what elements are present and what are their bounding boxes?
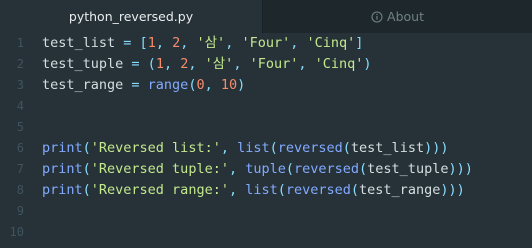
code-area[interactable]: 1 test_list = [1, 2, '삼', 'Four', 'Cinq']… <box>0 33 532 248</box>
line-number: 9 <box>16 204 24 218</box>
code-line[interactable]: 8 print('Reversed range:', list(reversed(… <box>0 180 532 201</box>
code-token: , <box>180 35 197 51</box>
code-token: ) <box>363 56 372 72</box>
code-token: 0 <box>196 77 205 93</box>
code-token: test_tuple <box>367 161 449 177</box>
line-number: 10 <box>9 225 24 239</box>
code-token: ( <box>285 161 294 177</box>
code-token: , <box>290 35 307 51</box>
line-number: 3 <box>16 78 24 92</box>
code-token: , <box>228 161 246 177</box>
code-token: = <box>123 56 148 72</box>
code-line[interactable]: 10 <box>0 222 532 243</box>
line-number: 6 <box>16 141 24 155</box>
line-source: test_range = range(0, 10) <box>42 75 245 96</box>
code-token: , <box>233 56 250 72</box>
code-token: range <box>147 77 189 93</box>
line-number: 8 <box>16 183 24 197</box>
code-token: list <box>237 140 270 156</box>
line-number: 2 <box>16 57 24 71</box>
code-token: list <box>245 182 278 198</box>
line-source: test_tuple = (1, 2, '삼', 'Four', 'Cinq') <box>42 54 372 75</box>
code-token: 'Cinq' <box>314 56 364 72</box>
code-line[interactable]: 4 <box>0 96 532 117</box>
code-token: ( <box>82 182 91 198</box>
code-line[interactable]: 1 test_list = [1, 2, '삼', 'Four', 'Cinq'] <box>0 33 532 54</box>
code-token: '삼' <box>196 35 226 51</box>
code-line[interactable]: 3 test_range = range(0, 10) <box>0 75 532 96</box>
code-token: '삼' <box>204 56 234 72</box>
code-token: ( <box>82 161 91 177</box>
code-token: print <box>42 182 83 198</box>
code-token: = <box>123 77 148 93</box>
code-token: , <box>228 182 246 198</box>
tab-about[interactable]: About <box>262 0 532 33</box>
code-token: = <box>115 35 140 51</box>
tab-label: python_reversed.py <box>68 9 194 24</box>
code-token: ))) <box>440 182 465 198</box>
code-token: 'Four' <box>241 35 291 51</box>
tab-python-reversed[interactable]: python_reversed.py <box>0 0 262 33</box>
code-token: test_tuple <box>42 56 124 72</box>
code-token: 'Reversed tuple:' <box>90 161 229 177</box>
line-number: 4 <box>16 99 24 113</box>
line-source: print('Reversed tuple:', tuple(reversed(… <box>42 159 473 180</box>
tab-bar: python_reversed.py About <box>0 0 532 33</box>
code-token: , <box>163 56 181 72</box>
code-token: ( <box>147 56 156 72</box>
code-token: print <box>42 140 83 156</box>
code-token: , <box>298 56 315 72</box>
line-source: print('Reversed list:', list(reversed(te… <box>42 138 448 159</box>
code-token: tuple <box>245 161 286 177</box>
line-source: test_list = [1, 2, '삼', 'Four', 'Cinq'] <box>42 33 363 54</box>
info-icon <box>371 10 383 23</box>
code-token: test_range <box>359 182 441 198</box>
code-token: , <box>188 56 205 72</box>
code-token: 1 <box>147 35 156 51</box>
code-line[interactable]: 5 <box>0 117 532 138</box>
code-token: test_list <box>42 35 116 51</box>
code-token: , <box>204 77 221 93</box>
code-token: ))) <box>424 140 449 156</box>
code-token: test_range <box>42 77 124 93</box>
code-token: ( <box>350 182 360 198</box>
line-number: 5 <box>16 120 24 134</box>
code-token: ( <box>277 182 286 198</box>
code-token: 'Reversed range:' <box>90 182 229 198</box>
code-token: ( <box>82 140 91 156</box>
code-token: [ <box>139 35 148 51</box>
code-line[interactable]: 9 <box>0 201 532 222</box>
code-token: reversed <box>294 161 360 177</box>
code-token: test_list <box>350 140 425 156</box>
tab-label: About <box>387 9 424 24</box>
code-token: ))) <box>448 161 473 177</box>
code-token: 2 <box>172 35 181 51</box>
code-token: reversed <box>285 182 351 198</box>
code-token: ] <box>355 35 364 51</box>
code-token: reversed <box>277 140 343 156</box>
code-token: ( <box>342 140 351 156</box>
code-token: print <box>42 161 83 177</box>
code-token: ( <box>269 140 278 156</box>
code-token: 'Reversed list:' <box>90 140 221 156</box>
code-token: 'Four' <box>249 56 299 72</box>
code-token: ) <box>237 77 246 93</box>
code-line[interactable]: 6 print('Reversed list:', list(reversed(t… <box>0 138 532 159</box>
line-source: print('Reversed range:', list(reversed(t… <box>42 180 465 201</box>
code-token: 'Cinq' <box>306 35 356 51</box>
code-line[interactable]: 2 test_tuple = (1, 2, '삼', 'Four', 'Cinq'… <box>0 54 532 75</box>
code-token: 10 <box>220 77 238 93</box>
code-token: , <box>155 35 173 51</box>
code-token: ( <box>359 161 368 177</box>
code-line[interactable]: 7 print('Reversed tuple:', tuple(reversed… <box>0 159 532 180</box>
line-number: 1 <box>16 36 24 50</box>
code-editor: python_reversed.py About 1 test_list = [1… <box>0 0 532 248</box>
code-token: , <box>220 140 238 156</box>
line-number: 7 <box>16 162 24 176</box>
code-token: , <box>225 35 242 51</box>
code-token: 1 <box>155 56 164 72</box>
